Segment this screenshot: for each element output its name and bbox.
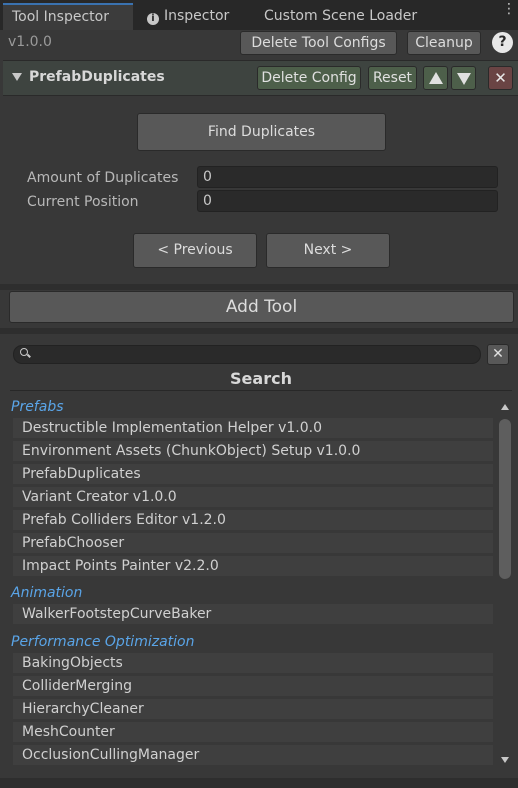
info-icon: i: [147, 13, 159, 25]
remove-tool-button[interactable]: ✕: [488, 66, 513, 90]
list-item[interactable]: Variant Creator v1.0.0: [13, 487, 493, 507]
arrow-down-icon: [457, 73, 471, 85]
bottom-bar: [0, 778, 518, 788]
list-item[interactable]: MeshCounter: [13, 722, 493, 742]
scrollbar-thumb[interactable]: [499, 419, 511, 579]
tool-header: PrefabDuplicates Delete Config Reset ✕: [3, 60, 518, 96]
search-title: Search: [10, 369, 512, 391]
list-item[interactable]: BakingObjects: [13, 653, 493, 673]
move-up-button[interactable]: [423, 66, 448, 90]
vertical-scrollbar[interactable]: [497, 399, 513, 771]
category-performance-optimization: Performance Optimization: [11, 634, 195, 650]
next-button[interactable]: Next >: [266, 233, 390, 268]
category-animation: Animation: [11, 585, 83, 601]
list-item[interactable]: Impact Points Painter v2.2.0: [13, 556, 493, 576]
reset-button[interactable]: Reset: [368, 66, 417, 90]
list-item[interactable]: Environment Assets (ChunkObject) Setup v…: [13, 441, 493, 461]
move-down-button[interactable]: [451, 66, 476, 90]
more-options-icon[interactable]: ⋮: [502, 2, 516, 16]
list-item[interactable]: Prefab Colliders Editor v1.2.0: [13, 510, 493, 530]
amount-of-duplicates-label: Amount of Duplicates: [27, 170, 179, 186]
list-item[interactable]: PrefabDuplicates: [13, 464, 493, 484]
search-input[interactable]: [13, 345, 481, 364]
list-item[interactable]: WalkerFootstepCurveBaker: [13, 604, 493, 624]
cleanup-button[interactable]: Cleanup: [407, 31, 481, 55]
scroll-down-icon[interactable]: [501, 757, 509, 763]
divider: [0, 284, 518, 290]
current-position-label: Current Position: [27, 194, 139, 210]
delete-config-button[interactable]: Delete Config: [257, 66, 361, 90]
delete-tool-configs-button[interactable]: Delete Tool Configs: [240, 31, 397, 55]
tab-tool-inspector[interactable]: Tool Inspector: [3, 3, 133, 30]
tool-list: Prefabs Destructible Implementation Help…: [0, 393, 498, 773]
add-tool-button[interactable]: Add Tool: [9, 291, 514, 323]
help-icon[interactable]: ?: [492, 32, 513, 53]
list-item[interactable]: ColliderMerging: [13, 676, 493, 696]
scroll-up-icon[interactable]: [501, 404, 509, 410]
tab-inspector[interactable]: i Inspector: [138, 3, 238, 30]
version-label: v1.0.0: [8, 34, 52, 50]
list-item[interactable]: Destructible Implementation Helper v1.0.…: [13, 418, 493, 438]
list-item[interactable]: PrefabChooser: [13, 533, 493, 553]
arrow-up-icon: [429, 72, 443, 84]
previous-button[interactable]: < Previous: [133, 233, 257, 268]
tool-title: PrefabDuplicates: [29, 69, 165, 85]
current-position-field[interactable]: 0: [197, 190, 498, 212]
amount-of-duplicates-field[interactable]: 0: [197, 166, 498, 188]
category-prefabs: Prefabs: [11, 399, 64, 415]
find-duplicates-button[interactable]: Find Duplicates: [137, 113, 386, 151]
foldout-arrow-icon[interactable]: [12, 73, 22, 81]
clear-search-button[interactable]: ✕: [487, 344, 509, 365]
list-item[interactable]: OcclusionCullingManager: [13, 745, 493, 765]
list-item[interactable]: HierarchyCleaner: [13, 699, 493, 719]
tab-custom-scene-loader[interactable]: Custom Scene Loader: [255, 3, 426, 30]
search-icon: [20, 348, 28, 356]
divider: [0, 328, 518, 334]
tab-inspector-label: Inspector: [164, 8, 230, 24]
tab-bar: Tool Inspector i Inspector Custom Scene L…: [0, 0, 518, 30]
